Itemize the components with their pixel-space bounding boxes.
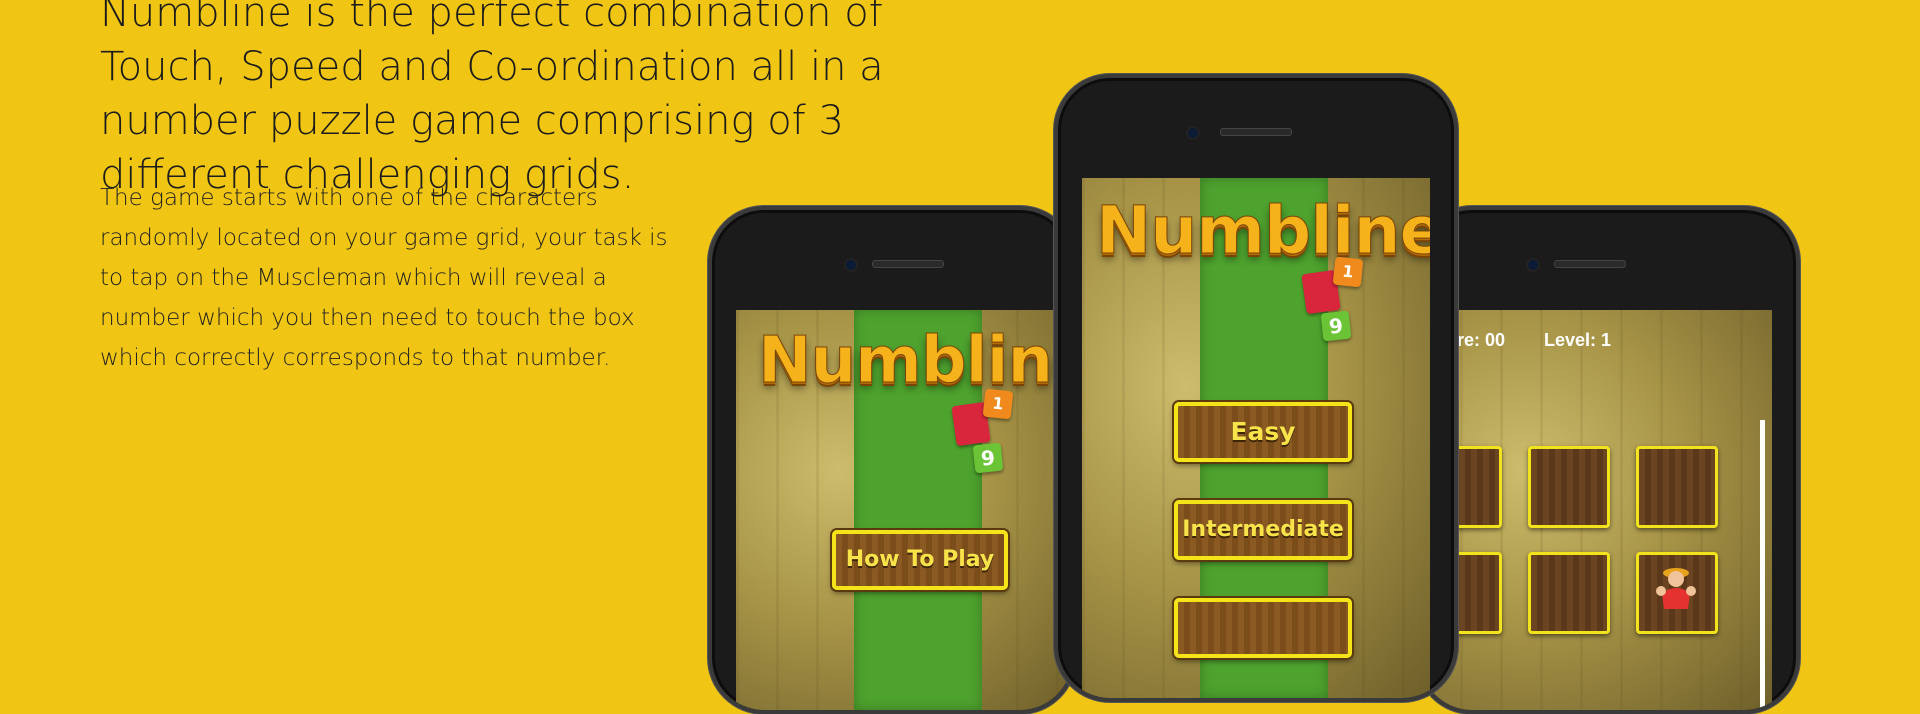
- game-screen-center[interactable]: Numbline 1 9 Easy Intermediate: [1082, 178, 1430, 698]
- phone-center: Numbline 1 9 Easy Intermediate: [1054, 74, 1458, 702]
- game-logo: Numbline: [1095, 192, 1430, 270]
- speaker-grille: [872, 260, 944, 268]
- easy-button[interactable]: Easy: [1174, 402, 1352, 462]
- muscleman-icon: [1656, 568, 1696, 609]
- logo-tile-one: 1: [1332, 256, 1364, 288]
- grid-box[interactable]: [1528, 446, 1610, 528]
- grid-box[interactable]: [1636, 446, 1718, 528]
- logo-tile-nine: 9: [972, 442, 1004, 474]
- grid-box-muscleman[interactable]: [1636, 552, 1718, 634]
- description: The game starts with one of the characte…: [100, 185, 668, 371]
- speaker-grille: [1220, 128, 1292, 136]
- logo-tile-one: 1: [982, 388, 1014, 420]
- intermediate-button[interactable]: Intermediate: [1174, 500, 1352, 560]
- phone-left: Numbline 1 9 How To Play: [708, 206, 1076, 714]
- timer-bar: [1760, 420, 1765, 710]
- speaker-grille: [1554, 260, 1626, 268]
- grid-box[interactable]: [1528, 552, 1610, 634]
- game-screen-right[interactable]: ore: 00 Level: 1: [1420, 310, 1772, 710]
- camera-icon: [1526, 258, 1540, 272]
- headline: Numbline is the perfect combination of T…: [100, 0, 884, 198]
- camera-icon: [844, 258, 858, 272]
- menu-button-partial[interactable]: [1174, 598, 1352, 658]
- how-to-play-button[interactable]: How To Play: [832, 530, 1008, 590]
- game-logo: Numbline: [757, 324, 1076, 399]
- game-screen-left[interactable]: Numbline 1 9 How To Play: [736, 310, 1076, 710]
- level-label: Level: 1: [1544, 330, 1612, 350]
- camera-icon: [1186, 126, 1200, 140]
- phone-right: ore: 00 Level: 1: [1416, 206, 1800, 714]
- logo-tile-nine: 9: [1320, 310, 1352, 342]
